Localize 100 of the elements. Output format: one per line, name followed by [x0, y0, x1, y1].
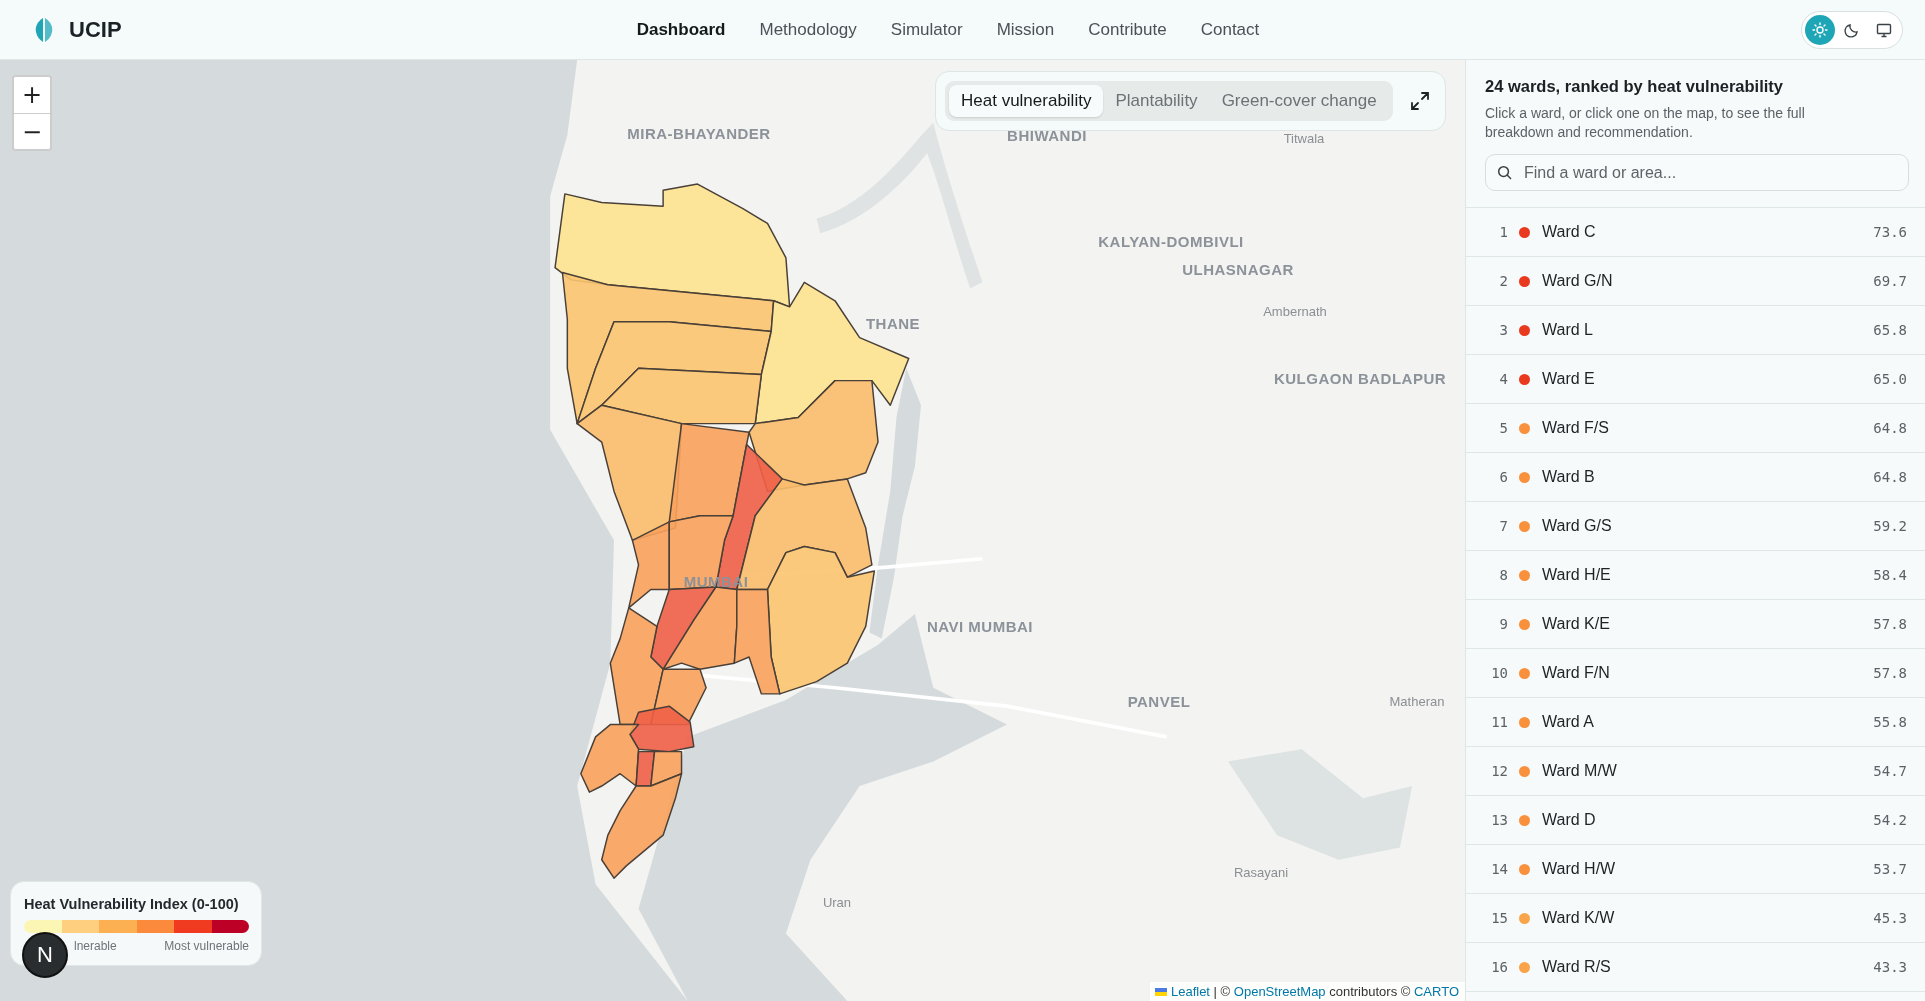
ward-rank: 6: [1498, 469, 1508, 485]
ward-name: Ward M/W: [1542, 762, 1618, 780]
attribution-link[interactable]: OpenStreetMap: [1233, 984, 1326, 999]
layer-tab[interactable]: Plantability: [1103, 85, 1210, 117]
ward-name: Ward E: [1542, 370, 1596, 388]
ward-name: Ward R/S: [1542, 958, 1612, 976]
map-place-label: MIRA-BHAYANDER: [627, 124, 771, 142]
nav-link[interactable]: Mission: [996, 19, 1055, 40]
ward-rank: 3: [1498, 322, 1508, 338]
ward-score: 57.8: [1873, 665, 1907, 681]
ward-list-item[interactable]: 10 Ward F/N 57.8: [1466, 649, 1925, 698]
ward-list-item[interactable]: 5 Ward F/S 64.8: [1466, 404, 1925, 453]
ward-list-item[interactable]: 1 Ward C 73.6: [1466, 208, 1925, 257]
map-place-label: KULGAON BADLAPUR: [1273, 369, 1447, 387]
ward-name: Ward F/S: [1542, 419, 1610, 437]
ward-score: 65.0: [1873, 371, 1907, 387]
ward-list-item[interactable]: 11 Ward A 55.8: [1466, 698, 1925, 747]
layer-tab[interactable]: Green-cover change: [1209, 85, 1389, 117]
legend-max-label: Most vulnerable: [164, 939, 249, 953]
ward-name: Ward G/N: [1542, 272, 1614, 290]
ward-list-item[interactable]: 2 Ward G/N 69.7: [1466, 257, 1925, 306]
monitor-icon: [1876, 21, 1892, 38]
ward-list-item[interactable]: 9 Ward K/E 57.8: [1466, 600, 1925, 649]
map-place-label: NAVI MUMBAI: [927, 617, 1033, 635]
map-place-label: Uran: [822, 894, 852, 910]
search-field[interactable]: Find a ward or area...: [1485, 154, 1909, 191]
panel-description: Click a ward, or click one on the map, to see the full breakdown and recommendation.: [1485, 104, 1806, 142]
ward-rank: 2: [1498, 273, 1508, 289]
ward-rank: 9: [1498, 616, 1508, 632]
ward-score: 45.3: [1873, 910, 1907, 926]
ward-rank: 13: [1490, 812, 1508, 828]
attribution-link[interactable]: CARTO: [1413, 984, 1459, 999]
expand-icon: [1408, 90, 1431, 112]
ward-list-item[interactable]: 13 Ward D 54.2: [1466, 796, 1925, 845]
ward-score: 57.8: [1873, 616, 1907, 632]
nav-link[interactable]: Dashboard: [636, 19, 726, 40]
ward-rank: 8: [1498, 567, 1508, 583]
ward-list-item[interactable]: 14 Ward H/W 53.7: [1466, 845, 1925, 894]
sun-icon: [1812, 21, 1828, 38]
ward-score: 55.8: [1873, 714, 1907, 730]
ward-name: Ward G/S: [1542, 517, 1613, 535]
ward-rank: 16: [1490, 959, 1508, 975]
map-place-label: ULHASNAGAR: [1182, 260, 1294, 278]
nav-link[interactable]: Contact: [1200, 19, 1260, 40]
ward-score: 54.7: [1873, 763, 1907, 779]
ward-rank: 1: [1498, 224, 1508, 240]
ward-score: 59.2: [1873, 518, 1907, 534]
ward-list-item[interactable]: 12 Ward M/W 54.7: [1466, 747, 1925, 796]
ward-name: Ward D: [1542, 811, 1597, 829]
ward-score: 54.2: [1873, 812, 1907, 828]
ward-list-item[interactable]: 8 Ward H/E 58.4: [1466, 551, 1925, 600]
ward-name: Ward H/E: [1542, 566, 1612, 584]
ward-rank: 7: [1498, 518, 1508, 534]
ward-name: Ward C: [1542, 223, 1597, 241]
map-place-label: KALYAN-DOMBIVLI: [1098, 232, 1244, 250]
leaf-logo-icon: [33, 16, 55, 43]
map-place-label: Ambernath: [1263, 303, 1327, 319]
ward-name: Ward K/E: [1542, 615, 1611, 633]
ward-rank: 12: [1490, 763, 1508, 779]
ward-score: 58.4: [1873, 567, 1907, 583]
attribution-link[interactable]: Leaflet: [1170, 984, 1210, 999]
ward-name: Ward K/W: [1542, 909, 1616, 927]
ward-name: Ward A: [1542, 713, 1595, 731]
ward-score: 64.8: [1873, 420, 1907, 436]
ward-name: Ward L: [1542, 321, 1594, 339]
moon-icon: [1844, 21, 1860, 38]
ward-list-item[interactable]: 3 Ward L 65.8: [1466, 306, 1925, 355]
ward-rank: 5: [1498, 420, 1508, 436]
ward-name: Ward H/W: [1542, 860, 1617, 878]
ward-rank: 15: [1490, 910, 1508, 926]
map-place-label: PANVEL: [1127, 692, 1191, 710]
legend-title: Heat Vulnerability Index (0-100): [24, 896, 240, 912]
fullscreen-button[interactable]: [1408, 90, 1431, 112]
ward-list-item[interactable]: 7 Ward G/S 59.2: [1466, 502, 1925, 551]
ward-rank: 10: [1490, 665, 1508, 681]
ward-score: 73.6: [1873, 224, 1907, 240]
ward-rank: 4: [1498, 371, 1508, 387]
brand-name[interactable]: UCIP: [69, 16, 122, 43]
ward-list-item[interactable]: 15 Ward K/W 45.3: [1466, 894, 1925, 943]
ward-score: 65.8: [1873, 322, 1907, 338]
nav-link[interactable]: Contribute: [1088, 19, 1167, 40]
ward-score: 43.3: [1873, 959, 1907, 975]
ward-score: 64.8: [1873, 469, 1907, 485]
flag-icon: [1154, 987, 1167, 996]
zoom-out-button[interactable]: −: [14, 113, 50, 149]
ward-list-item[interactable]: 16 Ward R/S 43.3: [1466, 943, 1925, 992]
ward-list-item[interactable]: 6 Ward B 64.8: [1466, 453, 1925, 502]
layer-tab[interactable]: Heat vulnerability: [949, 85, 1104, 117]
nav-link[interactable]: Methodology: [759, 19, 857, 40]
search-icon: [1497, 165, 1512, 180]
map-place-label: BHIWANDI: [1007, 126, 1087, 144]
map-place-label: Matheran: [1389, 693, 1445, 709]
nav-link[interactable]: Simulator: [890, 19, 963, 40]
ward-name: Ward B: [1542, 468, 1596, 486]
map-attribution: Leaflet | © OpenStreetMap contributors © CARTO: [1170, 984, 1459, 999]
map-place-label: Rasayani: [1233, 864, 1289, 880]
ward-rank: 14: [1490, 861, 1508, 877]
ward-list-item[interactable]: 4 Ward E 65.0: [1466, 355, 1925, 404]
map-place-label: THANE: [865, 314, 921, 332]
map-place-label: Titwala: [1283, 130, 1325, 146]
